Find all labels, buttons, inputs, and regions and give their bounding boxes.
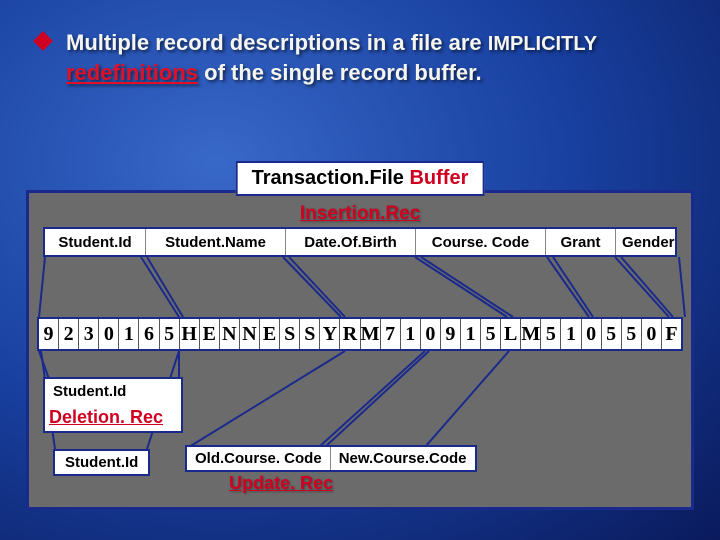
bullet-diamond-icon <box>33 31 53 51</box>
buffer-cell: 0 <box>98 319 118 349</box>
buffer-cell: 5 <box>480 319 500 349</box>
update-codes: Old.Course. Code New.Course.Code <box>185 445 477 472</box>
buffer-cell: 5 <box>621 319 641 349</box>
old-course-code: Old.Course. Code <box>187 447 330 470</box>
update-student-id: Student.Id <box>53 449 150 476</box>
col-student-name: Student.Name <box>145 229 285 255</box>
deletion-student-id: Student.Id <box>53 383 126 400</box>
buffer-cell: 5 <box>601 319 621 349</box>
buffer-cell: 1 <box>118 319 138 349</box>
buffer-cell: 5 <box>159 319 179 349</box>
buffer-cell: M <box>360 319 380 349</box>
buffer-cell: H <box>179 319 199 349</box>
deletion-rec-label: Deletion. Rec <box>49 407 163 428</box>
buffer-cell: S <box>299 319 319 349</box>
headline-redef: redefinitions <box>66 60 198 85</box>
col-grant: Grant <box>545 229 615 255</box>
update-rec-label: Update. Rec <box>229 473 333 494</box>
buffer-cell: 0 <box>581 319 601 349</box>
buffer-cell: 2 <box>58 319 78 349</box>
buffer-panel: Transaction.File Buffer Insertion.Rec St… <box>26 190 694 510</box>
col-dob: Date.Of.Birth <box>285 229 415 255</box>
buffer-cell: 0 <box>641 319 661 349</box>
new-course-code: New.Course.Code <box>330 447 475 470</box>
col-gender: Gender <box>615 229 681 255</box>
buffer-cell: 3 <box>78 319 98 349</box>
buffer-data-row: 9230165HENNESSYRM710915LM510550F <box>37 317 683 351</box>
col-course-code: Course. Code <box>415 229 545 255</box>
buffer-cell: 6 <box>138 319 158 349</box>
buffer-cell: 7 <box>380 319 400 349</box>
buffer-cell: 0 <box>420 319 440 349</box>
deletion-rec-box: Student.Id Deletion. Rec <box>43 377 183 433</box>
buffer-cell: F <box>661 319 681 349</box>
panel-title-b: Buffer <box>409 167 468 189</box>
panel-title: Transaction.File Buffer <box>236 161 485 196</box>
panel-title-a: Transaction.File <box>252 167 410 189</box>
buffer-cell: Y <box>319 319 339 349</box>
buffer-cell: E <box>259 319 279 349</box>
buffer-cell: N <box>239 319 259 349</box>
buffer-cell: 5 <box>540 319 560 349</box>
buffer-cell: N <box>219 319 239 349</box>
buffer-cell: E <box>199 319 219 349</box>
insertion-columns: Student.Id Student.Name Date.Of.Birth Co… <box>43 227 677 257</box>
headline-implicitly: IMPLICITLY <box>488 33 597 55</box>
buffer-cell: 1 <box>560 319 580 349</box>
buffer-cell: M <box>520 319 540 349</box>
buffer-cell: S <box>279 319 299 349</box>
insertion-rec-label: Insertion.Rec <box>300 203 420 225</box>
buffer-cell: 1 <box>460 319 480 349</box>
headline-prefix: Multiple record descriptions in a file a… <box>66 30 488 55</box>
buffer-cell: R <box>339 319 359 349</box>
buffer-cell: 9 <box>39 319 58 349</box>
headline-text: Multiple record descriptions in a file a… <box>66 28 597 88</box>
headline-row: Multiple record descriptions in a file a… <box>0 0 720 88</box>
buffer-cell: 9 <box>440 319 460 349</box>
col-student-id: Student.Id <box>45 229 145 255</box>
headline-suffix: of the single record buffer. <box>198 60 482 85</box>
buffer-cell: 1 <box>400 319 420 349</box>
buffer-cell: L <box>500 319 520 349</box>
